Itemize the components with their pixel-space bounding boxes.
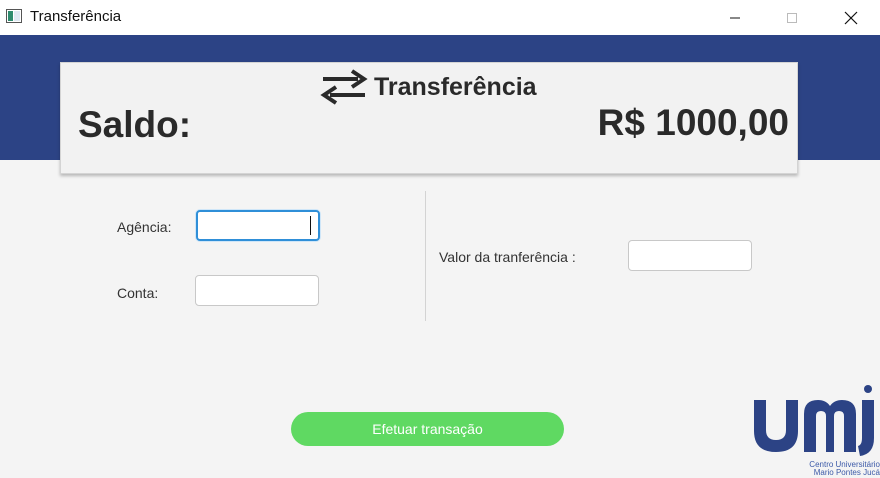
window-titlebar: Transferência [0,0,880,35]
submit-transaction-button[interactable]: Efetuar transação [291,412,564,446]
agencia-label: Agência: [117,219,172,235]
maximize-icon [787,12,797,23]
column-divider [425,191,426,321]
valor-field[interactable] [628,240,752,271]
submit-button-label: Efetuar transação [372,421,483,437]
agencia-field[interactable] [196,210,320,241]
logo-subtitle-2: Mario Pontes Jucá [813,468,880,477]
balance-card: Transferência Saldo: R$ 1000,00 [60,62,798,174]
app-window-icon [6,9,22,23]
text-caret [310,216,311,235]
minimize-button[interactable] [712,0,758,35]
close-icon [844,11,858,24]
balance-label: Saldo: [78,104,192,145]
page-title: Transferência [374,73,537,101]
valor-label: Valor da tranferência : [439,249,576,265]
conta-label: Conta: [117,285,159,301]
swap-arrows-icon [320,69,368,105]
maximize-button[interactable] [769,0,815,35]
conta-field[interactable] [195,275,319,306]
close-button[interactable] [828,0,874,35]
balance-value: R$ 1000,00 [597,102,789,143]
minimize-icon [730,17,740,18]
window-title: Transferência [30,8,122,25]
